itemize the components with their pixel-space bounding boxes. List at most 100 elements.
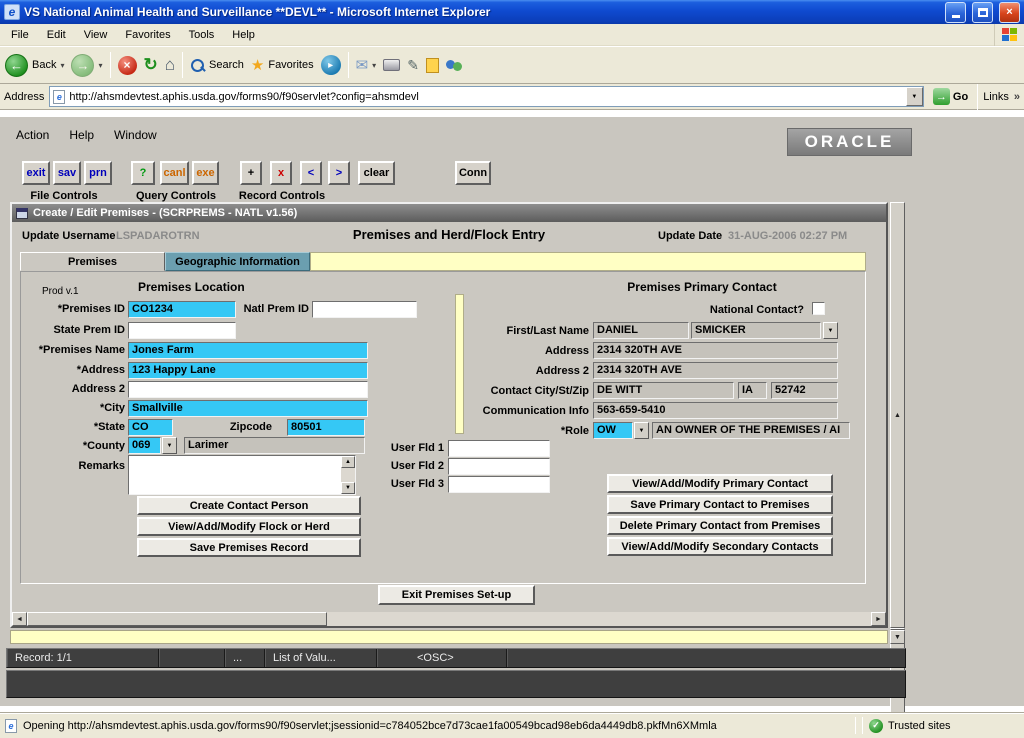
county-name-field[interactable]: Larimer <box>184 437 365 454</box>
record-controls-label: Record Controls <box>224 190 340 202</box>
scroll-up-icon[interactable]: ▲ <box>890 202 905 628</box>
exit-button[interactable]: exit <box>22 161 50 185</box>
contact-dropdown-button[interactable]: ▼ <box>823 322 838 339</box>
record-delete-button[interactable]: x <box>270 161 292 185</box>
mail-button[interactable]: ✉ ▾ <box>356 56 377 74</box>
view-add-modify-flock-button[interactable]: View/Add/Modify Flock or Herd <box>137 517 361 536</box>
save-button[interactable]: sav <box>53 161 81 185</box>
record-clear-button[interactable]: clear <box>358 161 395 185</box>
zipcode-field[interactable]: 80501 <box>287 419 365 436</box>
menu-edit[interactable]: Edit <box>38 26 75 44</box>
scroll-left-icon[interactable]: ◄ <box>12 612 27 626</box>
scroll-down-icon[interactable]: ▼ <box>341 482 355 494</box>
scrollbar-thumb[interactable] <box>27 612 327 626</box>
contact-address2-field[interactable]: 2314 320TH AVE <box>593 362 838 379</box>
query-execute-button[interactable]: exe <box>192 161 219 185</box>
contact-zip-field[interactable]: 52742 <box>771 382 838 399</box>
last-name-field[interactable]: SMICKER <box>691 322 821 339</box>
contact-city-field[interactable]: DE WITT <box>593 382 734 399</box>
back-dropdown-icon[interactable]: ▾ <box>60 61 64 70</box>
close-button[interactable]: × <box>999 2 1020 23</box>
notes-button[interactable] <box>426 58 439 73</box>
state-field[interactable]: CO <box>128 419 173 436</box>
record-add-button[interactable]: + <box>240 161 262 185</box>
horizontal-scrollbar[interactable]: ◄ ► <box>12 612 886 626</box>
print-forms-button[interactable]: prn <box>84 161 112 185</box>
user-fld3-field[interactable] <box>448 476 550 493</box>
primary-contact-title: Premises Primary Contact <box>567 280 837 294</box>
stop-button[interactable]: × <box>118 56 137 75</box>
edit-button[interactable]: ✎ <box>407 57 419 74</box>
role-desc-field[interactable]: AN OWNER OF THE PREMISES / AI <box>652 422 850 439</box>
forms-menu-help[interactable]: Help <box>69 128 94 142</box>
premises-id-field[interactable]: CO1234 <box>128 301 236 318</box>
save-primary-contact-button[interactable]: Save Primary Contact to Premises <box>607 495 833 514</box>
conn-button[interactable]: Conn <box>455 161 491 185</box>
menu-help[interactable]: Help <box>223 26 264 44</box>
county-code-field[interactable]: 069 <box>128 437 161 454</box>
query-cancel-button[interactable]: canl <box>160 161 189 185</box>
mini-scroll-down[interactable]: ▼ <box>890 630 905 644</box>
user-fld2-field[interactable] <box>448 458 550 475</box>
county-dropdown-button[interactable]: ▼ <box>162 437 177 454</box>
address-input[interactable]: e http://ahsmdevtest.aphis.usda.gov/form… <box>49 86 924 107</box>
tab-premises[interactable]: Premises <box>20 252 165 271</box>
save-premises-record-button[interactable]: Save Premises Record <box>137 538 361 557</box>
role-code-field[interactable]: OW <box>593 422 633 439</box>
forward-dropdown-icon[interactable]: ▾ <box>98 61 102 70</box>
back-button[interactable]: ← Back ▾ <box>5 54 64 77</box>
vertical-scrollbar[interactable]: ▲ ▼ <box>890 202 905 628</box>
menu-tools[interactable]: Tools <box>180 26 224 44</box>
menu-view[interactable]: View <box>75 26 117 44</box>
refresh-button[interactable]: ↻ <box>144 55 158 75</box>
forms-menu-window[interactable]: Window <box>114 128 157 142</box>
first-name-field[interactable]: DANIEL <box>593 322 689 339</box>
contact-state-field[interactable]: IA <box>738 382 767 399</box>
remarks-scrollbar[interactable]: ▲ ▼ <box>341 456 355 494</box>
messenger-button[interactable] <box>446 58 462 72</box>
go-icon: → <box>933 88 950 105</box>
role-dropdown-button[interactable]: ▼ <box>634 422 649 439</box>
national-contact-checkbox[interactable] <box>812 302 825 315</box>
scroll-down-icon[interactable]: ▼ <box>890 630 905 644</box>
minimize-button[interactable] <box>945 2 966 23</box>
state-prem-id-field[interactable] <box>128 322 236 339</box>
view-add-modify-secondary-contacts-button[interactable]: View/Add/Modify Secondary Contacts <box>607 537 833 556</box>
remarks-field[interactable]: ▲ ▼ <box>128 455 356 495</box>
premises-name-field[interactable]: Jones Farm <box>128 342 368 359</box>
home-button[interactable]: ⌂ <box>165 55 175 75</box>
tab-geographic-information[interactable]: Geographic Information <box>165 252 310 271</box>
forms-window-titlebar[interactable]: Create / Edit Premises - (SCRPREMS - NAT… <box>12 204 886 222</box>
scroll-up-icon[interactable]: ▲ <box>341 456 355 468</box>
create-contact-person-button[interactable]: Create Contact Person <box>137 496 361 515</box>
links-label[interactable]: Links <box>983 91 1009 103</box>
favorites-button[interactable]: ★ Favorites <box>251 56 314 74</box>
record-previous-button[interactable]: < <box>300 161 322 185</box>
address-dropdown-icon[interactable]: ▼ <box>906 87 923 106</box>
address2-field[interactable] <box>128 381 368 398</box>
natl-prem-id-field[interactable] <box>312 301 417 318</box>
user-fld1-field[interactable] <box>448 440 550 457</box>
security-zone: ✓ Trusted sites <box>869 719 1019 733</box>
forms-menu-action[interactable]: Action <box>16 128 49 142</box>
links-chevron-icon[interactable]: » <box>1014 91 1020 103</box>
go-button[interactable]: → Go <box>929 88 972 105</box>
print-button[interactable] <box>383 59 400 71</box>
forward-button[interactable]: → ▾ <box>71 54 102 77</box>
address-field[interactable]: 123 Happy Lane <box>128 362 368 379</box>
menu-file[interactable]: File <box>2 26 38 44</box>
exit-premises-setup-button[interactable]: Exit Premises Set-up <box>378 585 535 605</box>
query-help-button[interactable]: ? <box>131 161 155 185</box>
mail-dropdown-icon[interactable]: ▾ <box>372 61 376 70</box>
menu-favorites[interactable]: Favorites <box>116 26 179 44</box>
search-button[interactable]: Search <box>190 58 244 73</box>
delete-primary-contact-button[interactable]: Delete Primary Contact from Premises <box>607 516 833 535</box>
maximize-button[interactable] <box>972 2 993 23</box>
record-next-button[interactable]: > <box>328 161 350 185</box>
communication-info-field[interactable]: 563-659-5410 <box>593 402 838 419</box>
scroll-right-icon[interactable]: ► <box>871 612 886 626</box>
view-add-modify-primary-contact-button[interactable]: View/Add/Modify Primary Contact <box>607 474 833 493</box>
media-button[interactable]: ▸ <box>321 55 341 75</box>
contact-address-field[interactable]: 2314 320TH AVE <box>593 342 838 359</box>
city-field[interactable]: Smallville <box>128 400 368 417</box>
